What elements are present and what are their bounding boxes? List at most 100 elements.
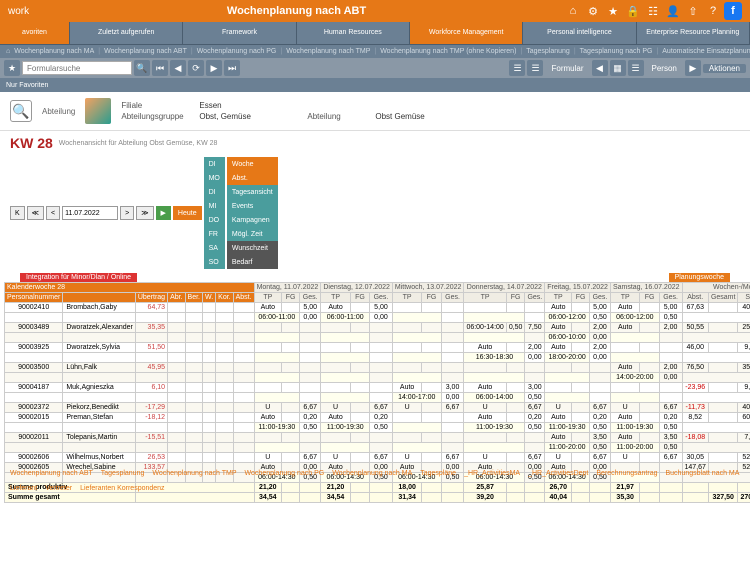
action-btn-2[interactable]: Tagesansicht: [227, 185, 278, 199]
subnav-item-7[interactable]: Automatische Einsatzplanung: [662, 48, 750, 55]
day-btn-di[interactable]: DI: [204, 157, 225, 171]
nav-tab-5[interactable]: Personal intelligence: [523, 22, 636, 44]
footer-link-10[interactable]: Lieferant: [10, 485, 37, 492]
date-nav: K ≪ < > ≫ ▶ Heute DIMODIMIDOFRSASO Woche…: [0, 155, 750, 271]
formular-label: Formular: [545, 64, 589, 73]
dept-image: [85, 98, 111, 124]
table-row[interactable]: 90003500Lühn,Falk45,95Auto2,0076,5035,50…: [5, 363, 750, 373]
nav-kk-button[interactable]: ≪: [27, 206, 44, 220]
table-row[interactable]: 90003925Dworatzek,Sylvia51,50Auto2,00Aut…: [5, 343, 750, 353]
table-row[interactable]: 90002372Piekorz,Benedikt-17,29U6,67U6,67…: [5, 403, 750, 413]
subnav-item-4[interactable]: Wochenplanung nach TMP (ohne Kopieren): [380, 48, 516, 55]
upload-icon[interactable]: ⇧: [684, 2, 702, 20]
subnav-item-6[interactable]: Tagesplanung nach PG: [580, 48, 653, 55]
day-btn-so[interactable]: SO: [204, 255, 225, 269]
footer-link-6[interactable]: _HR_ActivitiesMA: [464, 470, 520, 477]
action-btn-3[interactable]: Events: [227, 199, 278, 213]
brand-label: work: [8, 6, 29, 17]
abt-value: Obst Gemüse: [375, 112, 475, 121]
day-btn-mi[interactable]: MI: [204, 199, 225, 213]
action-btn-5[interactable]: Mögl. Zeit: [227, 227, 278, 241]
star-icon[interactable]: ★: [604, 2, 622, 20]
nav-k-button[interactable]: K: [10, 206, 25, 220]
home-icon[interactable]: ⌂: [564, 2, 582, 20]
subnav-item-2[interactable]: Wochenplanung nach PG: [197, 48, 277, 55]
nav-next-icon[interactable]: ▶: [206, 60, 222, 76]
next2-icon[interactable]: ▶: [685, 60, 701, 76]
main-nav: avoritenZuletzt aufgerufenFrameworkHuman…: [0, 22, 750, 44]
table-row[interactable]: 90002410Brombach,Gaby64,73Auto5,00Auto5,…: [5, 303, 750, 313]
day-btn-di[interactable]: DI: [204, 185, 225, 199]
heute-button[interactable]: Heute: [173, 206, 202, 220]
filiale-label: Filiale: [121, 101, 191, 110]
fav-only-label[interactable]: Nur Favoriten: [6, 82, 48, 89]
gear-icon[interactable]: ⚙: [584, 2, 602, 20]
action-btn-1[interactable]: Abst.: [227, 171, 278, 185]
nav-first-icon[interactable]: ⏮: [152, 60, 168, 76]
nav-tab-3[interactable]: Human Resources: [297, 22, 410, 44]
footer-link-11[interactable]: Vertreter: [45, 485, 72, 492]
footer-link-5[interactable]: Tagespläne: [420, 470, 456, 477]
play-button[interactable]: ▶: [156, 206, 171, 220]
date-input[interactable]: [62, 206, 118, 220]
list3-icon[interactable]: ☰: [628, 60, 644, 76]
fav-toggle-icon[interactable]: ★: [4, 60, 20, 76]
action-btn-4[interactable]: Kampagnen: [227, 213, 278, 227]
footer-link-4[interactable]: Wochenplanung nach MA: [332, 470, 412, 477]
search-dept-icon[interactable]: 🔍: [10, 100, 32, 122]
grid-wrap: Kalenderwoche 28Montag, 11.07.2022Dienst…: [0, 282, 750, 562]
subnav-item-5[interactable]: Tagesplanung: [526, 48, 570, 55]
action-btn-6[interactable]: Wunschzeit: [227, 241, 278, 255]
help-icon[interactable]: ?: [704, 2, 722, 20]
nav-gt-button[interactable]: >: [120, 206, 134, 220]
aktionen-label[interactable]: Aktionen: [703, 64, 746, 73]
calendar-icon[interactable]: ☷: [644, 2, 662, 20]
action-btn-0[interactable]: Woche: [227, 157, 278, 171]
day-btn-fr[interactable]: FR: [204, 227, 225, 241]
nav-tab-0[interactable]: avoriten: [0, 22, 70, 44]
user-icon[interactable]: 👤: [664, 2, 682, 20]
nav-lt-button[interactable]: <: [46, 206, 60, 220]
nav-tab-6[interactable]: Enterprise Resource Planning: [637, 22, 750, 44]
footer-link-8[interactable]: Berechnungsantrag: [596, 470, 657, 477]
table-row-times: 06:00-11:000,0006:00-11:000,0006:00-12:0…: [5, 313, 750, 323]
list1-icon[interactable]: ☰: [509, 60, 525, 76]
subnav-item-1[interactable]: Wochenplanung nach ABT: [104, 48, 187, 55]
prev2-icon[interactable]: ◀: [592, 60, 608, 76]
facebook-icon[interactable]: f: [724, 2, 742, 20]
footer-link-12[interactable]: Lieferanten Korrespondenz: [80, 485, 164, 492]
footer-link-1[interactable]: Tagesplanung: [101, 470, 145, 477]
subnav-item-3[interactable]: Wochenplanung nach TMP: [286, 48, 370, 55]
search-input[interactable]: [22, 61, 132, 75]
nav-tab-2[interactable]: Framework: [183, 22, 296, 44]
subnav-item-0[interactable]: Wochenplanung nach MA: [14, 48, 94, 55]
day-btn-sa[interactable]: SA: [204, 241, 225, 255]
table-row-times: 14:00-20:000,00: [5, 373, 750, 383]
table-row[interactable]: 90004187Muk,Agnieszka6,10Auto3,00Auto3,0…: [5, 383, 750, 393]
footer-link-3[interactable]: Wochenplanung nach PG: [245, 470, 325, 477]
nav-tab-1[interactable]: Zuletzt aufgerufen: [70, 22, 183, 44]
nav-tab-4[interactable]: Workforce Management: [410, 22, 523, 44]
table-row[interactable]: 90003489Dworatzek,Alexander35,3506:00-14…: [5, 323, 750, 333]
footer-link-2[interactable]: Wochenplanung nach TMP: [152, 470, 236, 477]
search-icon[interactable]: 🔍: [134, 60, 150, 76]
nav-last-icon[interactable]: ⏭: [224, 60, 240, 76]
footer-link-9[interactable]: Buchungsblatt nach MA: [666, 470, 740, 477]
table-row-times: 11:00-19:300,5011:00-19:300,5011:00-19:3…: [5, 423, 750, 433]
home-small-icon[interactable]: ⌂: [6, 48, 10, 55]
grid-icon[interactable]: ▦: [610, 60, 626, 76]
list2-icon[interactable]: ☰: [527, 60, 543, 76]
refresh-icon[interactable]: ⟳: [188, 60, 204, 76]
table-row[interactable]: 90002606Wilhelmus,Norbert26,53U6,67U6,67…: [5, 453, 750, 463]
footer-link-7[interactable]: _HR_ActivitiesDept: [528, 470, 588, 477]
action-btn-7[interactable]: Bedarf: [227, 255, 278, 269]
nav-gg-button[interactable]: ≫: [136, 206, 153, 220]
table-row[interactable]: 90002011Tolepanis,Martin-15,51Auto3,50Au…: [5, 433, 750, 443]
day-btn-do[interactable]: DO: [204, 213, 225, 227]
footer-link-0[interactable]: Wochenplanung nach ABT: [10, 470, 93, 477]
day-btn-mo[interactable]: MO: [204, 171, 225, 185]
header-icon-bar: ⌂ ⚙ ★ 🔒 ☷ 👤 ⇧ ? f: [564, 2, 742, 20]
table-row[interactable]: 90002015Preman,Stefan-18,12Auto0,20Auto0…: [5, 413, 750, 423]
nav-prev-icon[interactable]: ◀: [170, 60, 186, 76]
lock-icon[interactable]: 🔒: [624, 2, 642, 20]
